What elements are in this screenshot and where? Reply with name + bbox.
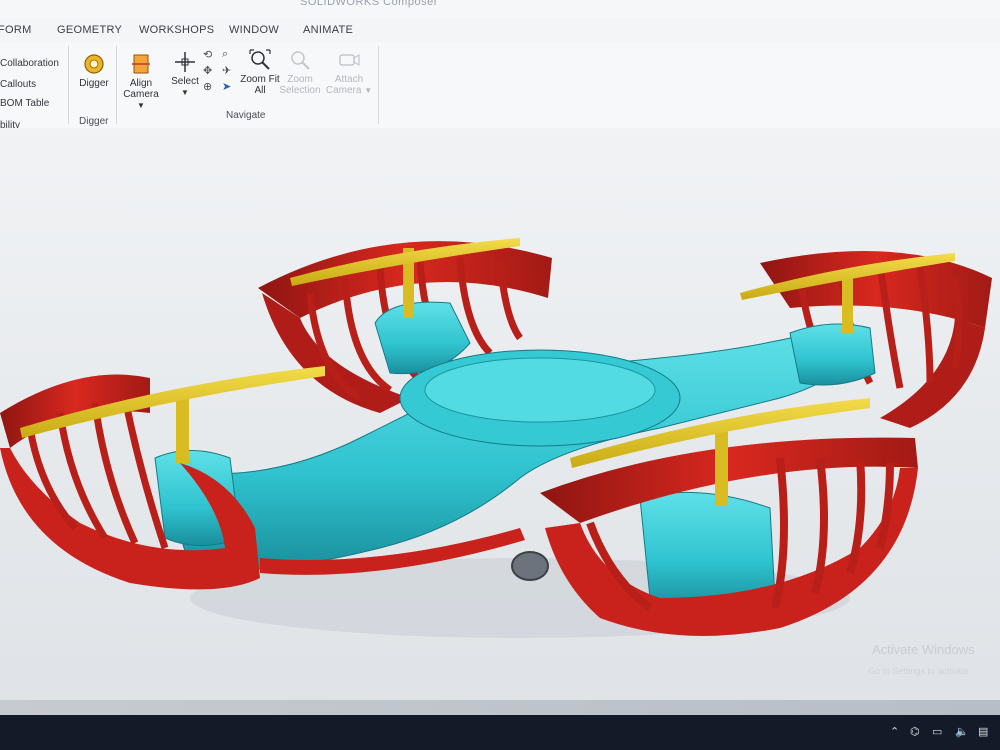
align-camera-label: Align Camera [123, 78, 159, 100]
battery-icon[interactable]: ▭ [932, 725, 942, 738]
title-bar: SOLIDWORKS Composer [0, 0, 1000, 18]
group-separator [378, 46, 379, 124]
chevron-down-icon[interactable]: ▼ [137, 101, 145, 110]
align-camera-icon [132, 54, 150, 74]
digger-label: Digger [79, 78, 109, 89]
select-crosshair-icon [175, 52, 195, 72]
menu-geometry[interactable]: GEOMETRY [57, 24, 122, 36]
tray-chevron-icon[interactable]: ⌃ [890, 725, 899, 738]
menu-window[interactable]: WINDOW [229, 24, 279, 36]
menu-form[interactable]: FORM [0, 24, 32, 36]
zoom-selection-label: Zoom Selection [279, 74, 321, 96]
network-icon[interactable]: ⌬ [910, 725, 920, 738]
solidworks-composer-screen: SOLIDWORKS Composer FORM GEOMETRY WORKSH… [0, 0, 1000, 715]
navigate-group-label: Navigate [226, 110, 266, 121]
activate-windows-hint: Go to Settings to activate [868, 666, 969, 676]
menu-bar: FORM GEOMETRY WORKSHOPS WINDOW ANIMATE [0, 18, 1000, 43]
ribbon-bom-table[interactable]: BOM Table [0, 98, 49, 109]
attach-camera-icon [339, 53, 360, 67]
chevron-down-icon[interactable]: ▼ [166, 87, 204, 98]
rotate-icon[interactable]: ⟲ [203, 48, 212, 61]
attach-camera-label: Attach Camera [325, 74, 364, 96]
3d-viewport[interactable]: Activate Windows Go to Settings to activ… [0, 128, 1000, 715]
windows-taskbar: ⌃ ⌬ ▭ 🔈 ▤ [0, 715, 1000, 750]
group-separator [116, 46, 117, 124]
activate-windows-watermark: Activate Windows [872, 642, 975, 657]
pan-icon[interactable]: ✥ [203, 64, 212, 77]
align-camera-button[interactable]: Align Camera ▼ [118, 52, 164, 111]
chevron-down-icon[interactable]: ▼ [364, 86, 372, 95]
select-button[interactable]: Select ▼ [166, 50, 204, 98]
zoom-selection-button[interactable]: Zoom Selection [278, 48, 322, 96]
zoom-fit-all-icon [249, 49, 271, 70]
digger-icon [84, 54, 104, 74]
ribbon: Collaboration Callouts BOM Table bility … [0, 42, 1000, 131]
ribbon-callouts[interactable]: Callouts [0, 79, 36, 90]
menu-animate[interactable]: ANIMATE [303, 24, 353, 36]
zoom-fit-all-label: Zoom Fit All [240, 74, 280, 96]
volume-icon[interactable]: 🔈 [955, 725, 969, 738]
zoom-icon[interactable]: ⌕ [222, 48, 228, 61]
window-title: SOLIDWORKS Composer [300, 0, 438, 8]
zoom-fit-all-button[interactable]: Zoom Fit All [240, 48, 280, 96]
select-label: Select [171, 76, 199, 87]
camera-lens [511, 551, 549, 581]
zoom-selection-icon [291, 51, 310, 70]
group-separator [68, 46, 69, 124]
menu-workshops[interactable]: WORKSHOPS [139, 24, 214, 36]
notification-icon[interactable]: ▤ [978, 725, 988, 738]
navigate-arrow-icon[interactable]: ➤ [222, 80, 231, 93]
monitor-bezel [0, 700, 1000, 715]
attach-camera-button[interactable]: Attach Camera ▼ [322, 48, 376, 96]
ribbon-collaboration[interactable]: Collaboration [0, 58, 59, 69]
zoom-in-icon[interactable]: ⊕ [203, 80, 212, 93]
digger-button[interactable]: Digger [74, 52, 114, 89]
fly-icon[interactable]: ✈ [222, 64, 231, 77]
digger-group-label: Digger [79, 116, 109, 127]
drone-model[interactable] [0, 128, 1000, 715]
